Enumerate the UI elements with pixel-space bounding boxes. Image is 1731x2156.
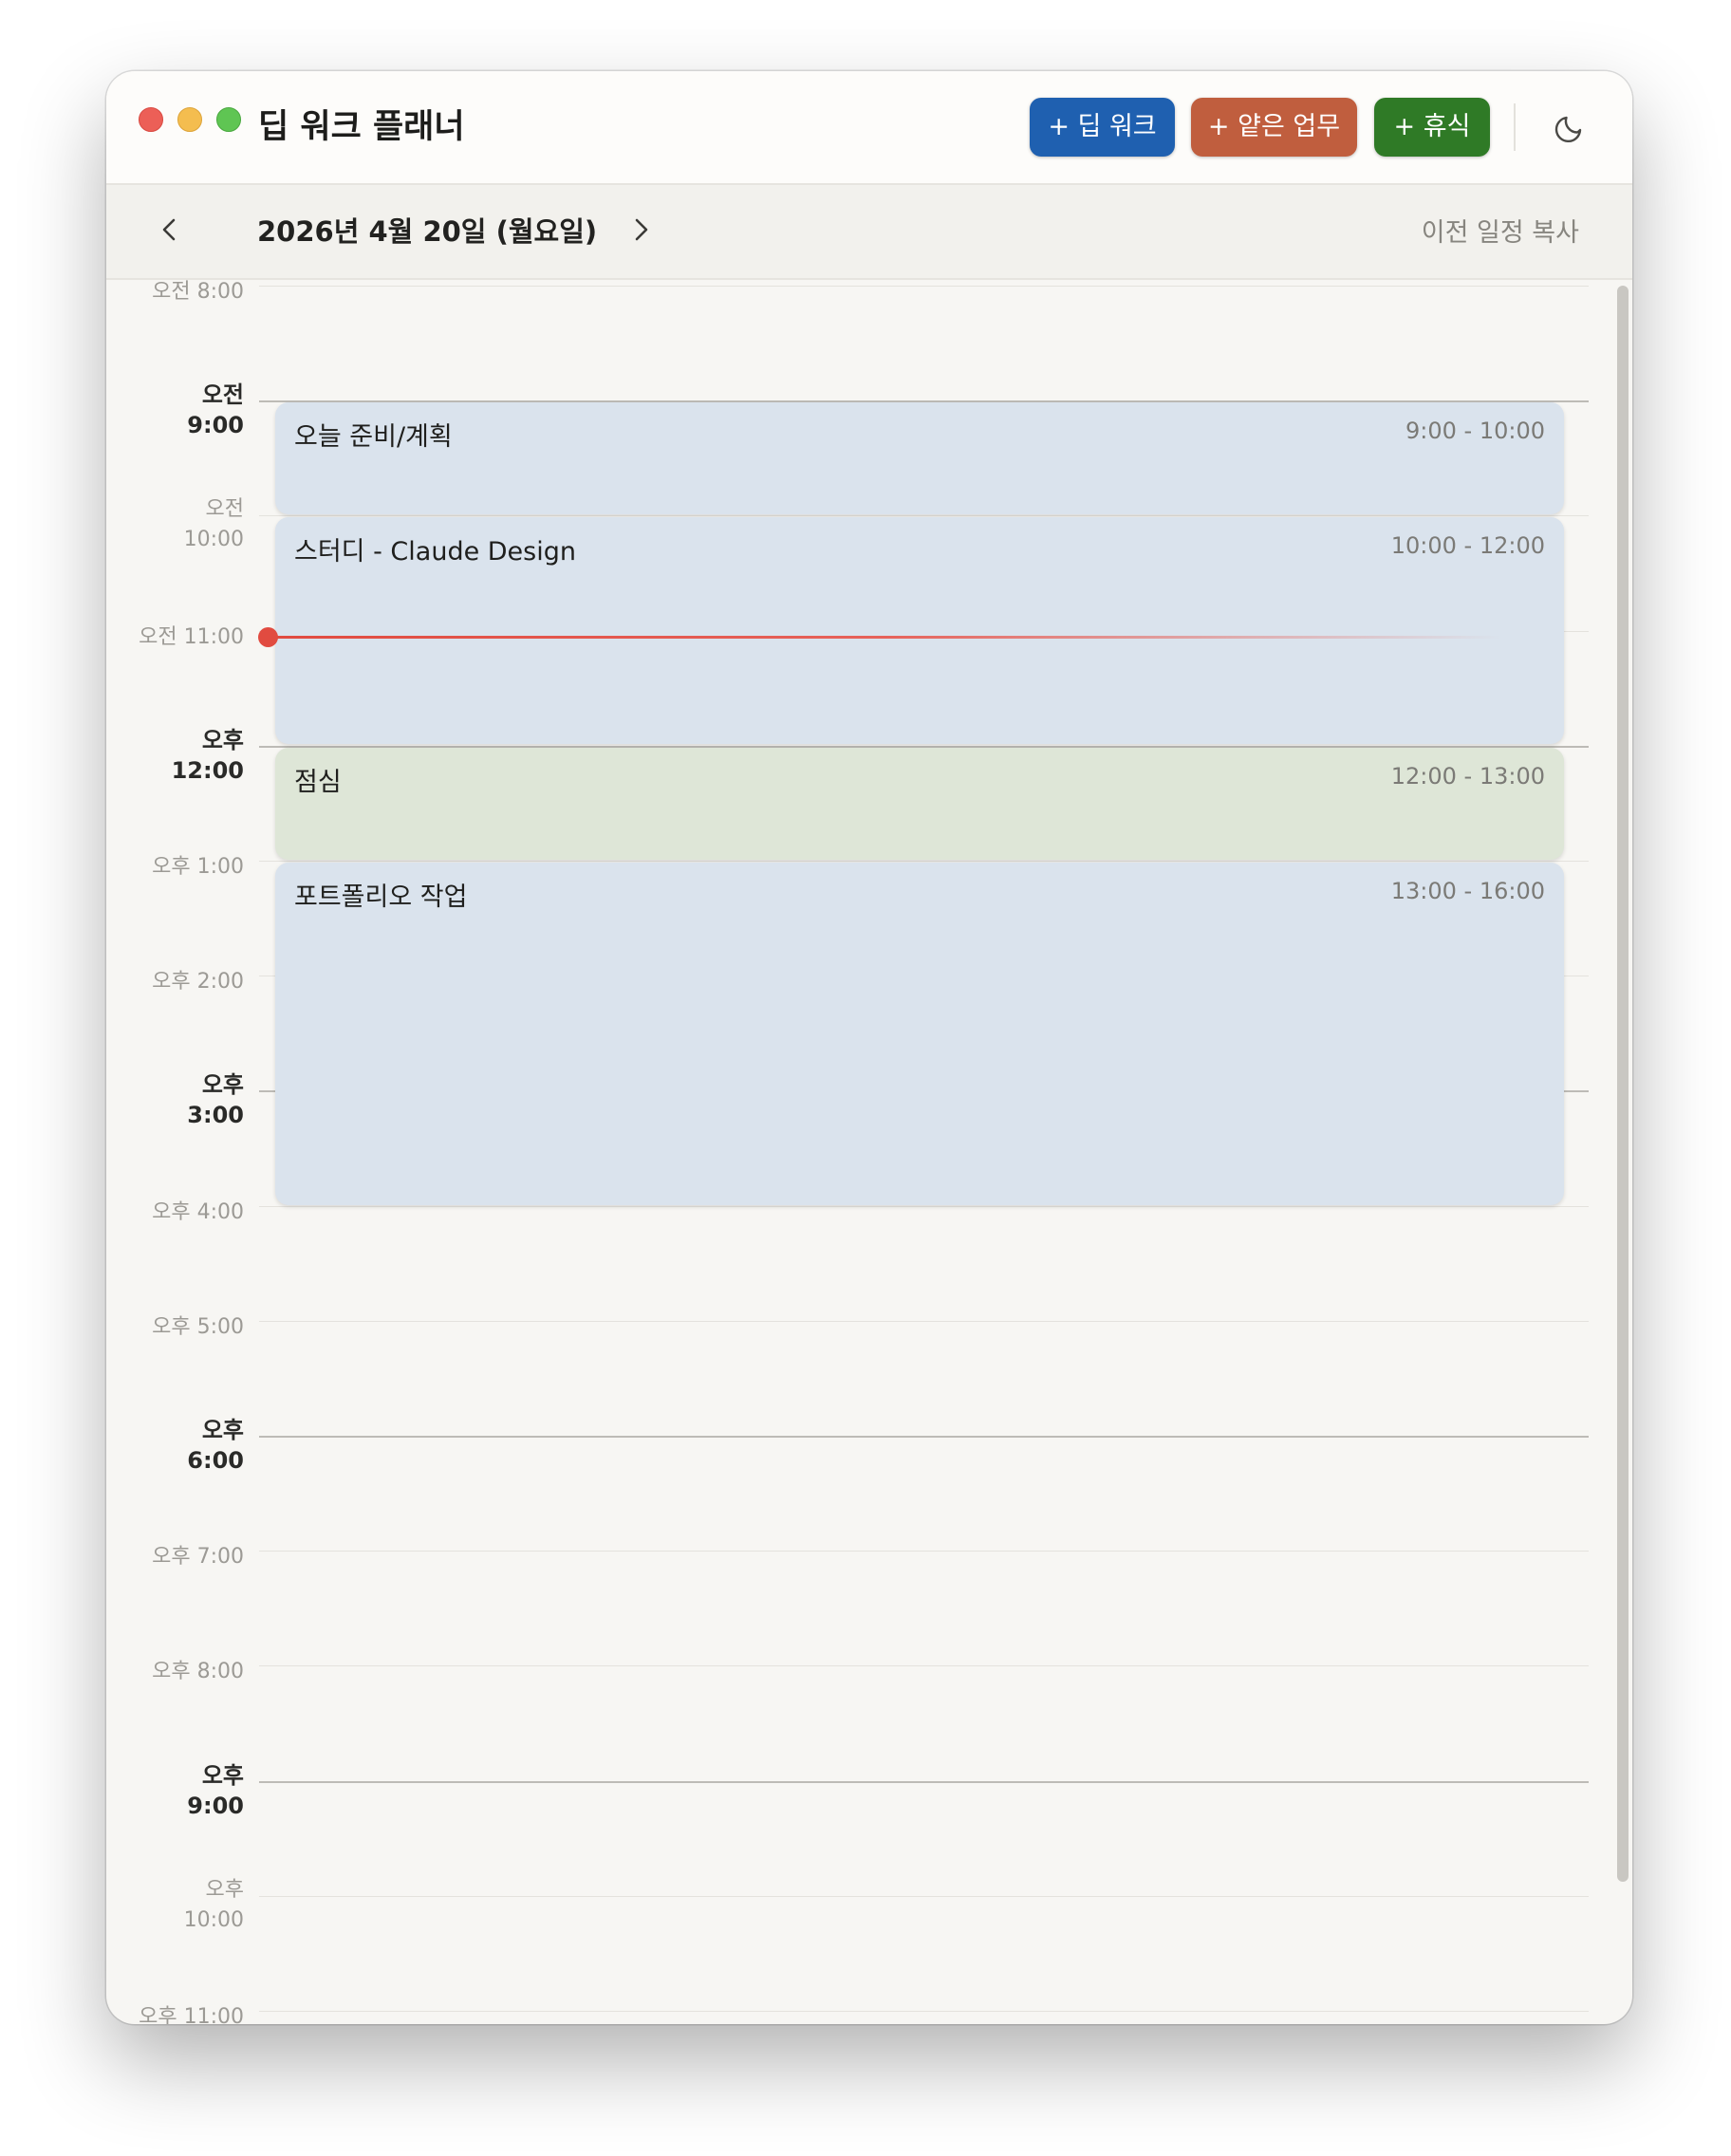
event-title: 점심 bbox=[294, 768, 342, 797]
time-label: 오후 8:00 bbox=[106, 1654, 244, 1684]
time-label-period: 오후 bbox=[152, 1200, 191, 1224]
schedule-event[interactable]: 포트폴리오 작업 13:00 - 16:00 bbox=[275, 863, 1564, 1205]
app-title: 딥 워크 플래너 bbox=[258, 108, 465, 146]
chevron-left-icon bbox=[162, 218, 176, 241]
time-label: 오후 1:00 bbox=[106, 849, 244, 880]
time-label-time: 10:00 bbox=[183, 1908, 244, 1932]
time-label: 오전 11:00 bbox=[106, 620, 244, 650]
time-label: 오후 12:00 bbox=[106, 725, 244, 786]
schedule-event[interactable]: 점심 12:00 - 13:00 bbox=[275, 748, 1564, 860]
date-navigation-bar: 2026년 4월 20일 (월요일) 이전 일정 복사 bbox=[106, 185, 1632, 280]
time-label-period: 오후 bbox=[201, 1417, 244, 1443]
timeline-scrollbar[interactable] bbox=[1617, 286, 1629, 1882]
time-label-period: 오후 bbox=[152, 1315, 191, 1339]
time-label-period: 오후 bbox=[139, 2005, 177, 2024]
time-label-time: 9:00 bbox=[187, 1793, 244, 1819]
schedule-event[interactable]: 오늘 준비/계획 9:00 - 10:00 bbox=[275, 402, 1564, 514]
event-title: 포트폴리오 작업 bbox=[294, 883, 468, 912]
schedule-event[interactable]: 스터디 - Claude Design 10:00 - 12:00 bbox=[275, 517, 1564, 744]
time-label-period: 오후 bbox=[201, 1762, 244, 1789]
time-label-period: 오후 bbox=[152, 1545, 191, 1569]
current-date-label: 2026년 4월 20일 (월요일) bbox=[257, 215, 598, 248]
hour-line bbox=[259, 286, 1589, 287]
time-label-time: 12:00 bbox=[171, 757, 244, 784]
hour-line bbox=[259, 1206, 1589, 1207]
time-label-time: 7:00 bbox=[196, 1545, 244, 1569]
time-label-time: 9:00 bbox=[187, 412, 244, 438]
app-window: 딥 워크 플래너 + 딥 워크 + 얕은 업무 + 휴식 2026년 4월 20… bbox=[106, 71, 1632, 2024]
toolbar-divider bbox=[1514, 103, 1516, 151]
time-label-period: 오전 bbox=[201, 381, 244, 408]
add-rest-button[interactable]: + 휴식 bbox=[1374, 98, 1490, 157]
event-time-range: 12:00 - 13:00 bbox=[1390, 763, 1545, 790]
time-label-period: 오후 bbox=[152, 970, 191, 994]
time-label-time: 5:00 bbox=[196, 1315, 244, 1339]
hour-line bbox=[259, 2011, 1589, 2012]
next-day-button[interactable] bbox=[624, 214, 657, 246]
event-title: 오늘 준비/계획 bbox=[294, 422, 453, 452]
time-label-period: 오후 bbox=[201, 1071, 244, 1098]
time-label: 오후 9:00 bbox=[106, 1760, 244, 1821]
time-label-time: 6:00 bbox=[187, 1447, 244, 1474]
time-label-time: 11:00 bbox=[183, 2005, 244, 2024]
time-label-time: 8:00 bbox=[196, 1660, 244, 1683]
time-label-time: 3:00 bbox=[187, 1102, 244, 1128]
hour-line bbox=[259, 1551, 1589, 1552]
hour-line bbox=[259, 1896, 1589, 1897]
time-label: 오후 7:00 bbox=[106, 1539, 244, 1570]
hour-line bbox=[259, 1436, 1589, 1438]
hour-line bbox=[259, 861, 1589, 862]
current-time-dot bbox=[258, 627, 278, 647]
day-timeline[interactable]: 오전 8:00 오전 9:00 오전 10:00 오전 11:00 오후 12:00 오후 1:… bbox=[106, 280, 1632, 2024]
close-window-button[interactable] bbox=[139, 107, 163, 132]
chevron-right-icon bbox=[635, 218, 648, 241]
time-label-time: 8:00 bbox=[196, 280, 244, 304]
time-label: 오후 3:00 bbox=[106, 1069, 244, 1130]
previous-day-button[interactable] bbox=[154, 214, 186, 246]
event-time-range: 9:00 - 10:00 bbox=[1405, 418, 1545, 444]
time-label-time: 10:00 bbox=[183, 528, 244, 551]
time-label-period: 오후 bbox=[152, 1660, 191, 1683]
time-label: 오후 4:00 bbox=[106, 1195, 244, 1225]
time-label-period: 오전 bbox=[205, 497, 244, 521]
time-label-period: 오전 bbox=[139, 625, 177, 649]
hour-line bbox=[259, 1781, 1589, 1783]
time-label-time: 4:00 bbox=[196, 1200, 244, 1224]
time-label: 오후 5:00 bbox=[106, 1310, 244, 1340]
time-label: 오후 2:00 bbox=[106, 964, 244, 994]
time-label: 오후 6:00 bbox=[106, 1415, 244, 1476]
event-time-range: 13:00 - 16:00 bbox=[1390, 878, 1545, 904]
time-label: 오전 8:00 bbox=[106, 280, 244, 305]
hour-line bbox=[259, 515, 1589, 516]
title-bar: 딥 워크 플래너 + 딥 워크 + 얕은 업무 + 휴식 bbox=[106, 71, 1632, 185]
minimize-window-button[interactable] bbox=[177, 107, 202, 132]
hour-line bbox=[259, 1321, 1589, 1322]
event-time-range: 10:00 - 12:00 bbox=[1390, 532, 1545, 559]
time-label-period: 오후 bbox=[152, 855, 191, 879]
time-label: 오전 9:00 bbox=[106, 380, 244, 440]
time-label-period: 오전 bbox=[152, 280, 191, 304]
time-label-time: 2:00 bbox=[196, 970, 244, 994]
time-label-time: 11:00 bbox=[183, 625, 244, 649]
copy-previous-schedule-button[interactable]: 이전 일정 복사 bbox=[1422, 212, 1579, 249]
hour-line bbox=[259, 1665, 1589, 1666]
time-label-period: 오후 bbox=[201, 727, 244, 753]
dark-mode-toggle[interactable] bbox=[1554, 109, 1588, 143]
time-label: 오후 11:00 bbox=[106, 1999, 244, 2024]
moon-icon bbox=[1554, 116, 1582, 143]
current-time-line bbox=[268, 636, 1501, 639]
add-shallow-work-button[interactable]: + 얕은 업무 bbox=[1191, 98, 1357, 157]
time-label: 오후 10:00 bbox=[106, 1875, 244, 1936]
add-deep-work-button[interactable]: + 딥 워크 bbox=[1030, 98, 1175, 157]
zoom-window-button[interactable] bbox=[216, 107, 241, 132]
time-label-time: 1:00 bbox=[196, 855, 244, 879]
event-title: 스터디 - Claude Design bbox=[294, 537, 576, 567]
time-label-period: 오후 bbox=[205, 1878, 244, 1902]
time-label: 오전 10:00 bbox=[106, 494, 244, 555]
